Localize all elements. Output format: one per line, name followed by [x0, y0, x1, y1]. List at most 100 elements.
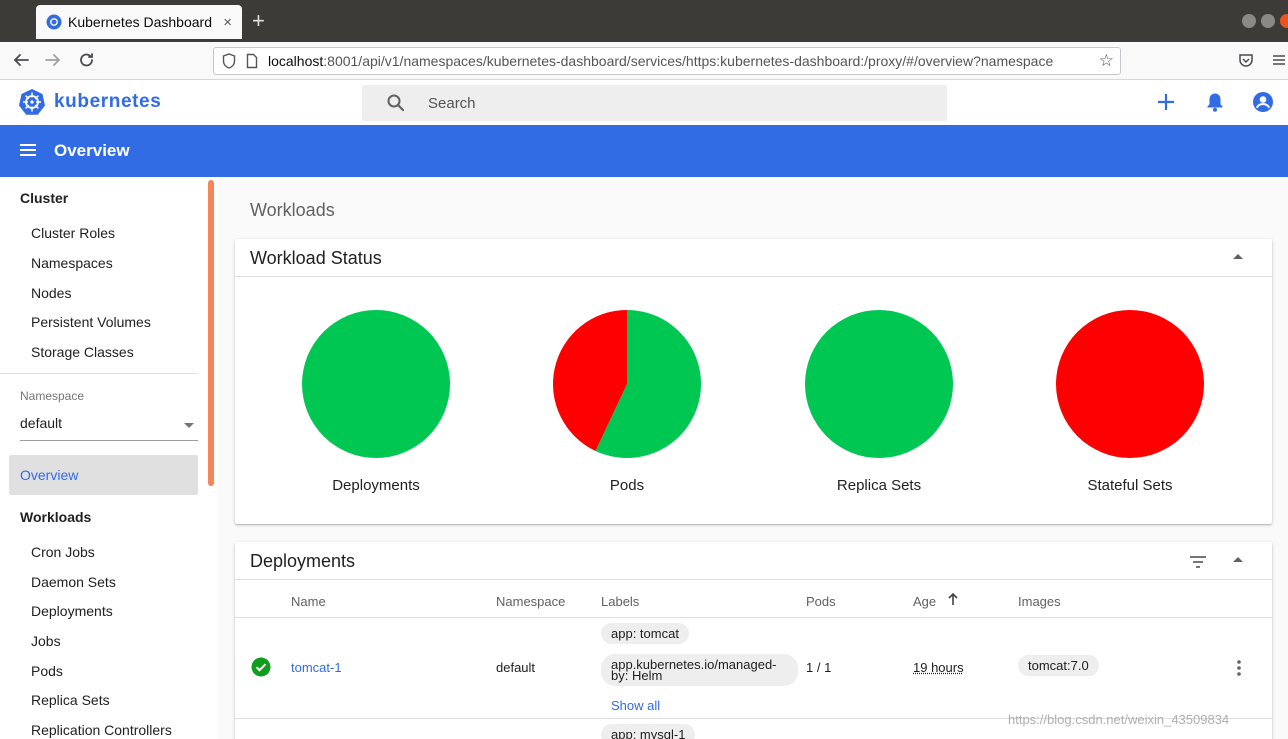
sidebar-heading-workloads[interactable]: Workloads — [20, 509, 91, 525]
sidebar-item-jobs[interactable]: Jobs — [31, 633, 61, 649]
search-input[interactable] — [428, 85, 928, 121]
replica-sets-pie-chart — [805, 310, 953, 458]
sidebar: Cluster Cluster Roles Namespaces Nodes P… — [0, 177, 218, 739]
deployment-namespace: default — [496, 660, 536, 675]
section-title-workloads: Workloads — [250, 200, 335, 220]
filter-icon[interactable] — [1188, 555, 1208, 569]
sidebar-item-pods[interactable]: Pods — [31, 663, 63, 679]
collapse-caret-icon[interactable] — [1233, 254, 1243, 259]
sidebar-item-replication-controllers[interactable]: Replication Controllers — [31, 722, 172, 738]
collapse-caret-icon[interactable] — [1233, 557, 1243, 562]
sidebar-item-replica-sets[interactable]: Replica Sets — [31, 692, 110, 708]
deployments-card-header: Deployments — [235, 542, 1272, 580]
maximize-window-icon[interactable] — [1261, 14, 1275, 28]
deployments-status: Deployments — [301, 309, 451, 494]
shield-icon[interactable] — [222, 53, 236, 69]
namespace-select[interactable]: default — [20, 415, 198, 441]
tab-close-icon[interactable]: × — [223, 14, 232, 31]
url-path: :8001/api/v1/namespaces/kubernetes-dashb… — [323, 53, 1054, 69]
replica-sets-slice-ok — [805, 310, 953, 458]
sidebar-item-overview-label: Overview — [20, 467, 79, 483]
dropdown-caret-icon — [184, 423, 194, 428]
minimize-window-icon[interactable] — [1242, 14, 1256, 28]
browser-menu-icon[interactable] — [1272, 53, 1286, 67]
app-name[interactable]: kubernetes — [54, 91, 161, 113]
column-header-pods: Pods — [806, 594, 836, 609]
replica-sets-pie-label: Replica Sets — [836, 477, 922, 494]
deployments-slice-ok — [302, 310, 450, 458]
sidebar-item-persistent-volumes[interactable]: Persistent Volumes — [31, 314, 151, 330]
sidebar-item-nodes[interactable]: Nodes — [31, 285, 71, 301]
kubernetes-logo-icon[interactable] — [18, 88, 46, 116]
column-header-age[interactable]: Age — [913, 594, 936, 609]
search-bar[interactable] — [362, 85, 947, 121]
browser-navigation-bar: localhost:8001/api/v1/namespaces/kuberne… — [0, 42, 1288, 80]
deployments-pie-chart — [302, 310, 450, 458]
sidebar-item-deployments[interactable]: Deployments — [31, 603, 113, 619]
sidebar-item-cron-jobs[interactable]: Cron Jobs — [31, 544, 95, 560]
replica-sets-status: Replica Sets — [804, 309, 954, 494]
column-header-images: Images — [1018, 594, 1061, 609]
url-host: localhost — [268, 53, 324, 69]
stateful-sets-slice-failed — [1056, 310, 1204, 458]
label-chip: app.kubernetes.io/managed-by: Helm — [601, 654, 798, 686]
more-vertical-icon[interactable] — [1236, 659, 1242, 677]
sidebar-item-storage-classes[interactable]: Storage Classes — [31, 344, 134, 360]
sidebar-divider — [0, 373, 198, 374]
workload-status-card: Workload Status Deployments Pods Replica… — [235, 239, 1272, 524]
namespace-label: Namespace — [20, 389, 85, 403]
deployment-name-link[interactable]: tomcat-1 — [291, 660, 342, 675]
browser-tab-title: Kubernetes Dashboard — [68, 14, 212, 30]
deployments-pie-label: Deployments — [332, 477, 420, 494]
page-title: Overview — [54, 141, 130, 160]
deployments-card-title: Deployments — [250, 551, 356, 571]
column-header-name[interactable]: Name — [291, 594, 326, 609]
column-header-namespace[interactable]: Namespace — [496, 594, 565, 609]
table-header-divider — [235, 617, 1272, 618]
sidebar-item-daemon-sets[interactable]: Daemon Sets — [31, 574, 116, 590]
page-toolbar: Overview — [0, 125, 1288, 177]
workload-status-card-header: Workload Status — [235, 239, 1272, 277]
label-chip: app: mysql-1 — [601, 724, 696, 739]
sidebar-item-overview[interactable]: Overview — [9, 455, 198, 495]
account-circle-icon[interactable] — [1252, 91, 1274, 113]
workload-status-title: Workload Status — [250, 248, 382, 268]
hamburger-menu-icon[interactable] — [18, 140, 38, 160]
sidebar-heading-cluster[interactable]: Cluster — [20, 190, 68, 206]
pocket-icon[interactable] — [1238, 52, 1254, 68]
page-icon — [246, 53, 258, 69]
label-chip: app: tomcat — [601, 623, 689, 644]
image-chip: tomcat:7.0 — [1018, 655, 1099, 676]
sidebar-item-namespaces[interactable]: Namespaces — [31, 255, 113, 271]
sidebar-scrollbar[interactable] — [208, 180, 214, 486]
kubernetes-favicon-icon — [46, 14, 62, 30]
pods-pie-label: Pods — [609, 477, 645, 494]
app-header: kubernetes — [0, 80, 1288, 125]
stateful-sets-pie-chart — [1056, 310, 1204, 458]
reload-icon[interactable] — [78, 50, 96, 70]
notifications-bell-icon[interactable] — [1204, 91, 1226, 113]
sidebar-item-cluster-roles[interactable]: Cluster Roles — [31, 225, 115, 241]
sort-ascending-arrow-icon[interactable] — [947, 592, 959, 606]
bookmark-star-icon[interactable]: ☆ — [1094, 51, 1114, 71]
watermark-text: https://blog.csdn.net/weixin_43509834 — [1008, 712, 1230, 727]
deployments-card: Deployments Name Namespace Labels Pods A… — [235, 542, 1272, 739]
show-all-labels-link[interactable]: Show all — [611, 698, 660, 713]
search-icon — [387, 94, 405, 112]
browser-tab[interactable]: Kubernetes Dashboard × — [36, 5, 242, 39]
pods-status: Pods — [552, 309, 702, 494]
deployment-age[interactable]: 19 hours — [913, 660, 964, 675]
new-tab-button[interactable]: + — [252, 9, 265, 33]
pods-pie-chart — [553, 310, 701, 458]
stateful-sets-status: Stateful Sets — [1055, 309, 1205, 494]
back-arrow-icon[interactable] — [12, 50, 30, 70]
stateful-sets-pie-label: Stateful Sets — [1087, 477, 1173, 494]
address-bar[interactable]: localhost:8001/api/v1/namespaces/kuberne… — [213, 47, 1121, 75]
browser-tab-bar: Kubernetes Dashboard × + — [0, 0, 1288, 42]
status-success-check-icon — [251, 657, 271, 677]
close-window-icon[interactable] — [1280, 14, 1288, 28]
create-plus-icon[interactable] — [1155, 91, 1177, 113]
namespace-select-value: default — [20, 415, 63, 431]
forward-arrow-icon[interactable] — [44, 50, 62, 70]
deployment-pods: 1 / 1 — [806, 660, 832, 675]
